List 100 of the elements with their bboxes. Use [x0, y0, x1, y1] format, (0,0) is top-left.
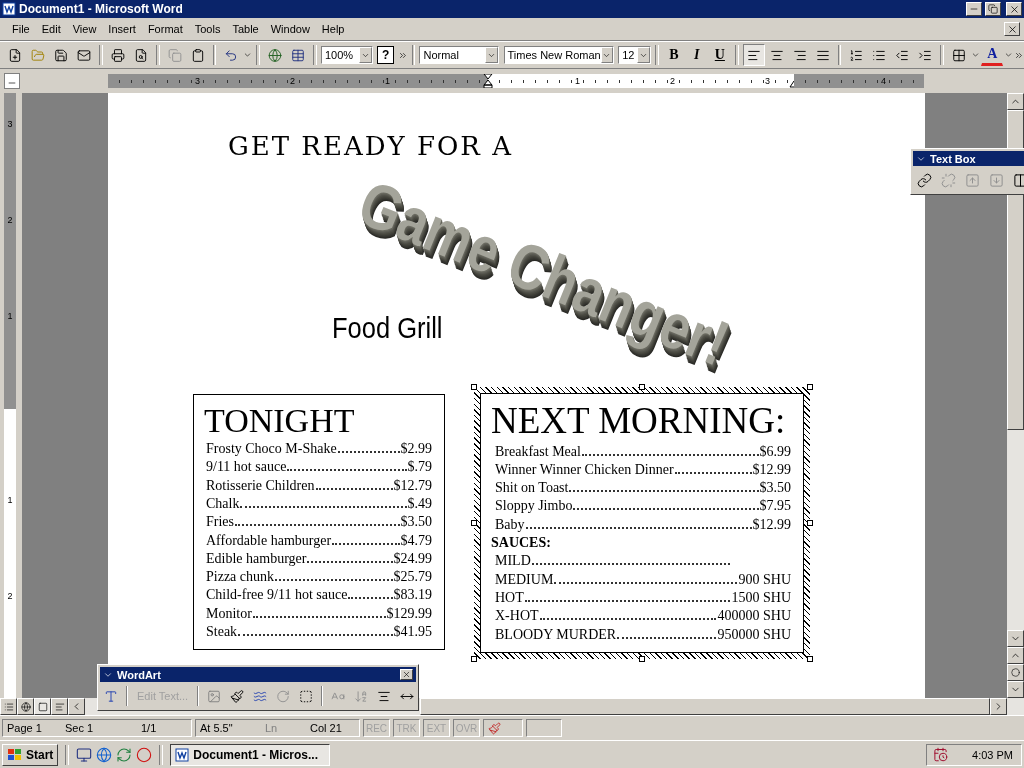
wrapping-icon	[299, 688, 314, 704]
box-up-icon	[965, 172, 980, 188]
broken-link-icon	[941, 172, 956, 188]
menu-item[interactable]: View	[66, 21, 103, 37]
clipboard-icon	[190, 47, 205, 63]
font-color-button[interactable]: A	[981, 44, 1004, 66]
underline-button[interactable]: U	[708, 44, 731, 66]
style-combo[interactable]: Normal	[419, 46, 499, 64]
help-button[interactable]: ?	[377, 46, 394, 64]
selection-handle[interactable]	[807, 655, 813, 662]
align-left-button[interactable]	[742, 44, 765, 66]
scroll-up-button[interactable]	[1007, 93, 1024, 110]
outline-view-button[interactable]	[51, 698, 68, 715]
desktop-icon	[76, 746, 93, 763]
menu-item-price: $12.99	[752, 460, 791, 479]
restore-button[interactable]	[985, 2, 1001, 16]
selection-handle[interactable]	[471, 655, 477, 662]
browse-object-button[interactable]	[1007, 664, 1024, 681]
selection-handle[interactable]	[807, 384, 813, 390]
menu-item-name: Baby	[495, 515, 525, 534]
windows-logo-icon	[7, 747, 23, 762]
document-icon	[8, 47, 22, 63]
scroll-down-button[interactable]	[1007, 630, 1024, 647]
page-icon	[37, 701, 48, 712]
dropdown-caret-icon	[243, 50, 253, 60]
selection-handle[interactable]	[639, 384, 645, 390]
menu-item[interactable]: Insert	[102, 21, 142, 37]
print-layout-button[interactable]	[34, 698, 51, 715]
menu-item-price: 1500 SHU	[731, 588, 791, 607]
globe-icon	[20, 701, 31, 712]
tab-selector-button[interactable]	[4, 73, 20, 89]
minimize-button[interactable]	[966, 2, 982, 16]
position-status: At 5.5"	[200, 722, 234, 734]
borders-icon	[952, 47, 967, 63]
dropdown-caret-icon	[971, 50, 981, 60]
web-view-button[interactable]	[17, 698, 34, 715]
close-document-button[interactable]	[1004, 22, 1020, 36]
ruler-number: 3	[194, 75, 201, 88]
selection-handle[interactable]	[471, 519, 477, 526]
ruler-number: 2	[289, 75, 296, 88]
subtitle-text: Food Grill	[332, 311, 443, 345]
copy-icon	[167, 47, 182, 63]
menu-item[interactable]: Edit	[35, 21, 67, 37]
menu-item-name: Sloppy Jimbo	[495, 497, 573, 516]
channels-icon	[116, 746, 133, 763]
zoom-combo[interactable]: 100%	[320, 46, 374, 64]
ruler-number: 1	[7, 494, 13, 506]
table-icon	[291, 47, 306, 63]
taskbar-task[interactable]: Document1 - Micros...	[170, 743, 331, 766]
selection-handle[interactable]	[807, 519, 813, 526]
normal-view-button[interactable]	[0, 698, 17, 715]
menu-item-name: Pizza chunk	[206, 568, 275, 587]
letter-o-icon	[136, 746, 153, 763]
close-button[interactable]	[400, 669, 413, 680]
menu-item-price: $6.99	[759, 442, 791, 461]
menu-item-price: 900 SHU	[738, 570, 791, 589]
font-combo[interactable]: Times New Roman	[503, 46, 614, 64]
paintbrush-icon	[230, 688, 245, 704]
scroll-left-button[interactable]	[68, 698, 85, 715]
menu-item-price: 950000 SHU	[717, 625, 791, 644]
next-page-button[interactable]	[1007, 681, 1024, 698]
bold-button[interactable]: B	[662, 44, 685, 66]
restore-icon	[988, 4, 998, 14]
outline-icon	[54, 701, 65, 712]
ruler-number: 2	[669, 75, 676, 88]
menu-item-name: HOT	[495, 588, 524, 607]
close-button[interactable]	[1006, 2, 1022, 16]
menu-title: TONIGHT	[204, 401, 356, 441]
menu-item-price: $2.99	[400, 440, 432, 459]
scheduler-icon	[933, 747, 948, 762]
vertical-letters-icon	[354, 688, 369, 704]
selection-handle[interactable]	[471, 384, 477, 390]
menu-item-name: X-HOT	[495, 607, 539, 626]
start-button[interactable]: Start	[2, 743, 59, 766]
menu-item[interactable]: File	[6, 21, 36, 37]
menu-item[interactable]: Format	[141, 21, 189, 37]
menu-item-name: Child-free 9/11 hot sauce	[206, 586, 348, 605]
previous-page-button[interactable]	[1007, 647, 1024, 664]
numbered-list-icon	[849, 47, 864, 63]
dropdown-caret-icon	[1004, 50, 1014, 60]
page-status: Page 1	[7, 722, 43, 734]
font-size-combo[interactable]: 12	[618, 46, 652, 64]
menu-item[interactable]: Tools	[188, 21, 227, 37]
selection-handle[interactable]	[639, 655, 645, 662]
menu-item-price: $129.99	[386, 604, 432, 623]
menu-item-price: $7.95	[759, 497, 791, 516]
menu-item-name: Chalk	[206, 495, 240, 513]
save-icon	[54, 47, 68, 63]
scroll-right-button[interactable]	[990, 698, 1007, 715]
menu-item[interactable]: Window	[264, 21, 316, 37]
menu-item-price: $12.79	[393, 476, 432, 495]
menu-item-price: $83.19	[393, 586, 432, 605]
menu-item[interactable]: Table	[226, 21, 265, 37]
italic-button[interactable]: I	[685, 44, 708, 66]
menu-item-price: $4.79	[400, 531, 432, 550]
menu-item[interactable]: Help	[315, 21, 351, 37]
menu-item-name: MILD	[495, 552, 531, 571]
horizontal-scroll-thumb[interactable]	[420, 698, 990, 715]
menu-item-name: Winner Winner Chicken Dinner	[495, 460, 674, 479]
gallery-icon	[207, 688, 222, 704]
